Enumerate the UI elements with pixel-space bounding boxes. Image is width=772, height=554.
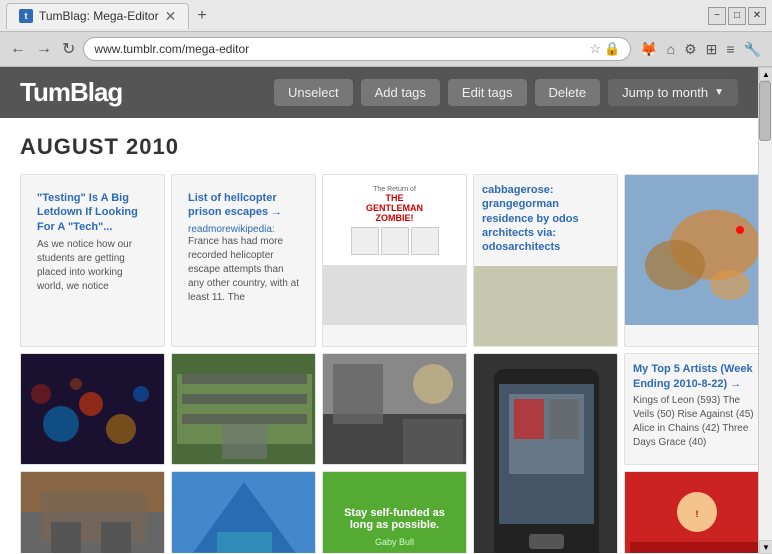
quote-attribution: Gaby Bull: [375, 537, 414, 547]
scroll-down-button[interactable]: ▼: [759, 540, 772, 554]
list-item[interactable]: [171, 353, 316, 465]
dropdown-arrow-icon: ▼: [714, 87, 724, 98]
post-link: readmorewikipedia:: [188, 224, 299, 235]
scrollbar-track[interactable]: [759, 81, 772, 540]
content-area: TumBlag Unselect Add tags Edit tags Dele…: [0, 67, 772, 554]
scroll-up-button[interactable]: ▲: [759, 67, 772, 81]
post-title: cabbagerose: grangegorman residence by o…: [482, 183, 609, 254]
bokeh-image: [21, 354, 164, 464]
artists-body: Kings of Leon (593) The Veils (50) Rise …: [633, 394, 758, 450]
url-icons: ☆ 🔒: [589, 41, 620, 57]
add-tags-button[interactable]: Add tags: [361, 79, 440, 106]
tab-close-button[interactable]: ✕: [165, 8, 177, 25]
firefox-icon[interactable]: 🦊: [637, 39, 660, 60]
maximize-button[interactable]: □: [728, 7, 746, 25]
back-button[interactable]: ←: [8, 38, 28, 60]
list-item[interactable]: [20, 471, 165, 553]
tab-favicon: t: [19, 9, 33, 23]
svg-text:!: !: [696, 509, 699, 519]
app-header: TumBlag Unselect Add tags Edit tags Dele…: [0, 67, 758, 118]
tab-label: TumBlag: Mega-Editor: [39, 9, 159, 23]
post-title: "Testing" Is A Big Letdown If Looking Fo…: [37, 191, 148, 234]
artists-card: My Top 5 Artists (Week Ending 2010-8-22)…: [625, 354, 758, 458]
home-icon[interactable]: ⌂: [664, 39, 678, 59]
main-content: AUGUST 2010 "Testing" Is A Big Letdown I…: [0, 118, 758, 553]
room-image: [172, 354, 315, 464]
phone-image: [474, 354, 617, 553]
forward-button[interactable]: →: [34, 38, 54, 60]
promo-image: DON'T MISS THE BIG MOVE TO THURSDAY! !: [625, 472, 758, 553]
active-tab[interactable]: t TumBlag: Mega-Editor ✕: [6, 3, 189, 29]
jump-to-month-button[interactable]: Jump to month ▼: [608, 79, 738, 106]
window-controls: − □ ✕: [708, 7, 766, 25]
title-bar: t TumBlag: Mega-Editor ✕ + − □ ✕: [0, 0, 772, 32]
scrollbar[interactable]: ▲ ▼: [758, 67, 772, 554]
list-item[interactable]: Stay self-funded as long as possible. Ga…: [322, 471, 467, 553]
posts-grid: "Testing" Is A Big Letdown If Looking Fo…: [20, 174, 738, 553]
warehouse-image: [21, 472, 164, 553]
new-tab-button[interactable]: +: [193, 7, 210, 25]
edit-tags-button[interactable]: Edit tags: [448, 79, 527, 106]
zombie-image: The Return of THEGENTLEMANZOMBIE!: [323, 175, 466, 265]
post-body: France has had more recorded helicopter …: [188, 235, 299, 305]
list-item[interactable]: [473, 353, 618, 553]
zombie-content: The Return of THEGENTLEMANZOMBIE!: [351, 186, 439, 255]
refresh-button[interactable]: ↻: [60, 37, 77, 61]
list-item[interactable]: List of hellcopter prison escapes → read…: [171, 174, 316, 347]
address-bar: ← → ↻ www.tumblr.com/mega-editor ☆ 🔒 🦊 ⌂…: [0, 32, 772, 66]
quote-card: Stay self-funded as long as possible. Ga…: [323, 472, 466, 553]
browser-chrome: t TumBlag: Mega-Editor ✕ + − □ ✕ ← → ↻ w…: [0, 0, 772, 67]
extensions-icon[interactable]: ⊞: [703, 39, 721, 60]
list-item[interactable]: [322, 353, 467, 465]
interior-image: [323, 354, 466, 464]
post-title: List of hellcopter prison escapes →: [188, 191, 299, 220]
menu-icon[interactable]: ≡: [723, 39, 737, 59]
map-image: [625, 175, 758, 325]
app-body: TumBlag Unselect Add tags Edit tags Dele…: [0, 67, 758, 554]
quote-text: Stay self-funded as long as possible.: [331, 507, 458, 531]
header-buttons: Unselect Add tags Edit tags Delete Jump …: [274, 79, 738, 106]
artists-title: My Top 5 Artists (Week Ending 2010-8-22)…: [633, 362, 758, 391]
settings-icon[interactable]: ⚙: [681, 39, 700, 60]
star-icon[interactable]: ☆: [589, 41, 601, 57]
list-item[interactable]: cabbagerose: grangegorman residence by o…: [473, 174, 618, 347]
list-item[interactable]: The Return of THEGENTLEMANZOMBIE!: [322, 174, 467, 347]
zombie-title: THEGENTLEMANZOMBIE!: [351, 193, 439, 223]
url-bar[interactable]: www.tumblr.com/mega-editor ☆ 🔒: [83, 37, 631, 61]
list-item[interactable]: DON'T MISS THE BIG MOVE TO THURSDAY! !: [624, 471, 758, 553]
security-icon: 🔒: [604, 41, 620, 57]
blue-tent-image: [172, 472, 315, 553]
url-text: www.tumblr.com/mega-editor: [94, 42, 585, 56]
month-title: AUGUST 2010: [20, 134, 738, 160]
tools-icon[interactable]: 🔧: [741, 39, 764, 60]
close-button[interactable]: ✕: [748, 7, 766, 25]
list-item[interactable]: [171, 471, 316, 553]
unselect-button[interactable]: Unselect: [274, 79, 353, 106]
list-item[interactable]: [20, 353, 165, 465]
app-logo: TumBlag: [20, 77, 122, 108]
list-item[interactable]: My Top 5 Artists (Week Ending 2010-8-22)…: [624, 353, 758, 465]
minimize-button[interactable]: −: [708, 7, 726, 25]
toolbar-icons: 🦊 ⌂ ⚙ ⊞ ≡ 🔧: [637, 39, 764, 60]
delete-button[interactable]: Delete: [535, 79, 601, 106]
jump-to-month-label: Jump to month: [622, 85, 708, 100]
scrollbar-thumb[interactable]: [759, 81, 771, 141]
list-item[interactable]: "Testing" Is A Big Letdown If Looking Fo…: [20, 174, 165, 347]
list-item[interactable]: [624, 174, 758, 347]
post-body: As we notice how our students are gettin…: [37, 238, 148, 294]
